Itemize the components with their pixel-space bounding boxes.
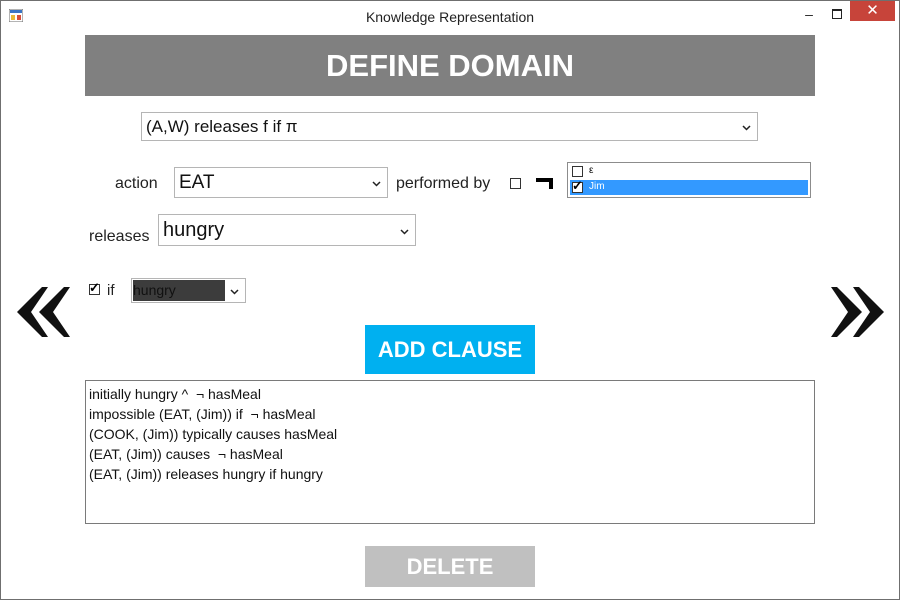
list-item[interactable]: (COOK, (Jim)) typically causes hasMeal xyxy=(89,424,811,444)
double-chevron-left-icon[interactable] xyxy=(17,287,71,337)
window-title: Knowledge Representation xyxy=(365,9,535,25)
agent-checkbox[interactable] xyxy=(572,178,583,194)
if-checkbox[interactable] xyxy=(89,280,100,296)
add-clause-button[interactable]: ADD CLAUSE xyxy=(365,325,535,374)
agent-name: ε xyxy=(589,165,594,176)
list-item[interactable]: impossible (EAT, (Jim)) if ¬ hasMeal xyxy=(89,404,811,424)
action-value: EAT xyxy=(179,172,215,193)
negate-agents-checkbox[interactable] xyxy=(510,178,521,189)
list-item[interactable]: initially hungry ^ ¬ hasMeal xyxy=(89,384,811,404)
list-item[interactable]: (EAT, (Jim)) causes ¬ hasMeal xyxy=(89,444,811,464)
performed-by-label: performed by xyxy=(396,175,491,192)
agent-name: Jim xyxy=(589,181,605,192)
clause-type-select[interactable]: (A,W) releases f if π xyxy=(141,112,758,141)
minimize-button[interactable]: – xyxy=(795,3,823,25)
agents-list[interactable]: ε Jim xyxy=(567,162,811,198)
condition-select[interactable]: hungry xyxy=(131,278,246,303)
clauses-list[interactable]: initially hungry ^ ¬ hasMeal impossible … xyxy=(85,380,815,524)
delete-button[interactable]: DELETE xyxy=(365,546,535,587)
chevron-down-icon xyxy=(400,229,409,235)
negation-symbol-icon xyxy=(536,178,553,189)
agent-checkbox[interactable] xyxy=(572,166,583,177)
condition-value: hungry xyxy=(133,280,225,301)
chevron-down-icon xyxy=(230,289,239,295)
double-chevron-right-icon[interactable] xyxy=(830,287,884,337)
page-title: DEFINE DOMAIN xyxy=(85,35,815,96)
agent-item-jim[interactable]: Jim xyxy=(570,178,808,195)
agent-item-epsilon[interactable]: ε xyxy=(570,164,808,179)
clause-type-value: (A,W) releases f if π xyxy=(146,117,298,136)
releases-select[interactable]: hungry xyxy=(158,214,416,246)
action-label: action xyxy=(115,175,158,192)
close-button[interactable]: ✕ xyxy=(850,1,895,21)
list-item[interactable]: (EAT, (Jim)) releases hungry if hungry xyxy=(89,464,811,484)
chevron-down-icon xyxy=(372,181,381,187)
releases-value: hungry xyxy=(163,219,225,241)
if-label: if xyxy=(107,282,115,299)
maximize-button[interactable] xyxy=(823,3,851,25)
chevron-down-icon xyxy=(742,125,751,131)
releases-label: releases xyxy=(89,228,150,245)
title-bar: Knowledge Representation – ✕ xyxy=(1,1,899,32)
action-select[interactable]: EAT xyxy=(174,167,388,198)
app-window: Knowledge Representation – ✕ DEFINE DOMA… xyxy=(0,0,900,600)
